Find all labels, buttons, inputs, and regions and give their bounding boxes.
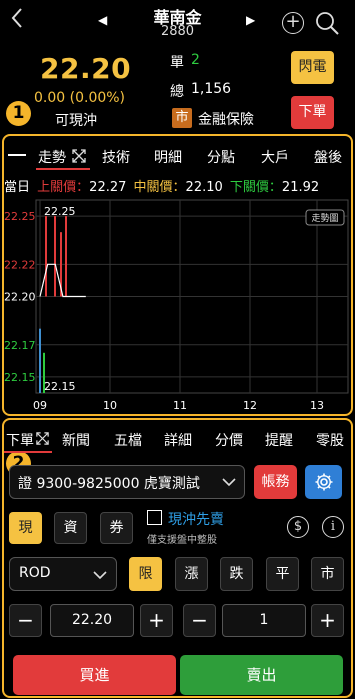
info-icon[interactable]: i	[322, 516, 344, 538]
tab-technical[interactable]: 技術	[102, 147, 130, 167]
upper-limit-value: 22.27	[89, 180, 127, 195]
tab-odd-lot[interactable]: 零股	[316, 430, 344, 450]
expand-icon[interactable]	[71, 148, 87, 164]
price-type-limit-up[interactable]: 漲	[175, 557, 208, 591]
order-expand-icon[interactable]	[35, 431, 51, 447]
account-value: 證 9300-9825000 虎寶測試	[18, 476, 200, 492]
x-tick-label: 11	[173, 399, 187, 412]
tab-alerts[interactable]: 提醒	[265, 430, 293, 450]
short-button[interactable]: 券	[100, 512, 133, 544]
lower-limit-label: 下關價：	[229, 180, 282, 195]
x-tick-label: 09	[33, 399, 47, 412]
last-price: 22.20	[40, 52, 132, 85]
lower-limit-value: 21.92	[281, 180, 320, 195]
section-marker-1: 1	[6, 101, 31, 126]
account-select[interactable]: 證 9300-9825000 虎寶測試	[9, 465, 245, 499]
mid-price-label: 中關價：	[133, 180, 186, 195]
margin-button[interactable]: 資	[54, 512, 87, 544]
search-icon[interactable]	[314, 10, 340, 36]
unit-volume-label: 單	[170, 55, 184, 71]
tab-major-holders[interactable]: 大戶	[261, 147, 289, 167]
market-badge: 市	[172, 108, 192, 128]
tab-details[interactable]: 詳細	[164, 430, 192, 450]
y-tick-label: 22.17	[4, 339, 36, 352]
low-label: 22.15	[44, 380, 76, 393]
day-label: 當日	[4, 180, 31, 195]
add-watchlist-icon[interactable]: +	[282, 12, 304, 34]
order-tab-underline	[4, 451, 52, 453]
industry-category: 金融保險	[198, 112, 254, 128]
order-condition-select[interactable]: ROD	[9, 557, 117, 591]
dollar-icon[interactable]: $	[287, 516, 309, 538]
next-stock-icon[interactable]: ▶	[246, 13, 255, 27]
price-decrease-button[interactable]: −	[9, 604, 42, 637]
sell-button[interactable]: 賣出	[180, 655, 343, 695]
qty-decrease-button[interactable]: −	[183, 604, 216, 637]
price-increase-button[interactable]: +	[140, 604, 173, 637]
tab-five-levels[interactable]: 五檔	[114, 430, 142, 450]
day-trade-note: 僅支援盤中整股	[147, 535, 217, 546]
tab-order[interactable]: 下單	[6, 430, 34, 450]
quantity-input[interactable]: 1	[222, 604, 306, 637]
y-tick-label: 22.15	[4, 371, 36, 384]
place-order-button[interactable]: 下單	[291, 96, 334, 129]
qty-increase-button[interactable]: +	[311, 604, 344, 637]
settings-button[interactable]	[305, 465, 342, 499]
price-type-market[interactable]: 市	[311, 557, 344, 591]
tab-broker[interactable]: 分點	[207, 147, 235, 167]
reference-prices: 當日 上關價：22.27 中關價：22.10 下關價：21.92	[4, 176, 319, 195]
x-tick-label: 10	[103, 399, 117, 412]
tab-trend[interactable]: 走勢	[38, 147, 66, 167]
flash-order-button[interactable]: 閃電	[291, 51, 334, 84]
day-trade-status: 可現沖	[55, 113, 97, 129]
y-tick-label: 22.20	[4, 291, 36, 304]
unit-volume-value: 2	[191, 52, 200, 68]
x-tick-label: 13	[310, 399, 324, 412]
tab-price-distribution[interactable]: 分價	[215, 430, 243, 450]
tab-detail[interactable]: 明細	[154, 147, 182, 167]
y-tick-label: 22.22	[4, 258, 36, 271]
y-tick-label: 22.25	[4, 210, 36, 223]
price-input[interactable]: 22.20	[50, 604, 134, 637]
cash-button[interactable]: 現	[9, 512, 42, 544]
price-type-limit[interactable]: 限	[129, 557, 162, 591]
chart-type-badge-label: 走勢圖	[311, 212, 338, 224]
price-type-limit-down[interactable]: 跌	[220, 557, 253, 591]
active-tab-underline	[36, 168, 90, 170]
gear-icon	[315, 473, 333, 491]
buy-button[interactable]: 買進	[13, 655, 176, 695]
chevron-down-icon	[222, 474, 236, 493]
day-trade-first-checkbox[interactable]	[147, 510, 162, 525]
x-tick-label: 12	[243, 399, 257, 412]
intraday-chart[interactable]: 22.25 22.22 22.20 22.17 22.15 09 10 11 12 13 22.…	[4, 198, 350, 412]
tab-news[interactable]: 新聞	[62, 430, 90, 450]
upper-limit-label: 上關價：	[37, 180, 90, 195]
condition-chevron-down-icon	[93, 567, 107, 586]
tab-after-hours[interactable]: 盤後	[314, 147, 342, 167]
ledger-button[interactable]: 帳務	[254, 465, 297, 499]
mid-price-value: 22.10	[185, 180, 223, 195]
order-condition-value: ROD	[19, 565, 51, 581]
total-volume-label: 總	[170, 84, 184, 100]
menu-icon[interactable]	[8, 154, 26, 156]
price-type-flat[interactable]: 平	[266, 557, 299, 591]
high-label: 22.25	[44, 205, 76, 218]
price-change: 0.00 (0.00%)	[34, 90, 126, 106]
day-trade-first-label[interactable]: 現沖先賣	[168, 509, 224, 529]
total-volume-value: 1,156	[191, 81, 232, 97]
